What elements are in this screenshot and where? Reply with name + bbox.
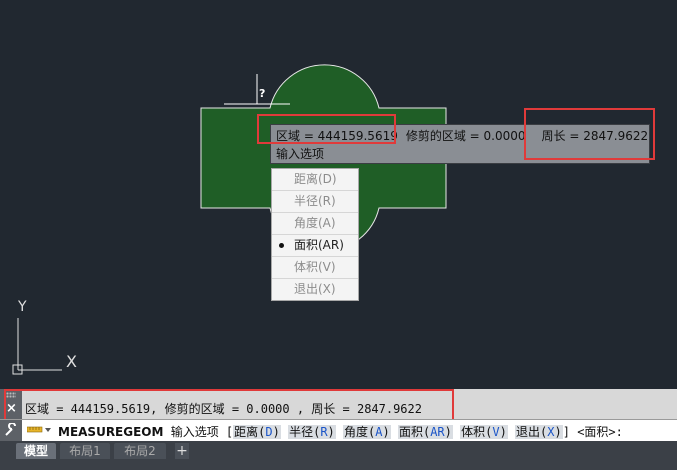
option-name: 距离( bbox=[234, 425, 266, 439]
ucs-y-label: Y bbox=[18, 299, 27, 315]
option-key: X bbox=[547, 425, 555, 439]
highlight-box-perimeter bbox=[524, 108, 655, 160]
tab-model[interactable]: 模型 bbox=[16, 443, 56, 459]
option-close: ) bbox=[554, 425, 562, 439]
drawing-canvas[interactable]: ? Y X 区域 = 444159.5619 修剪的区域 = 0.0000 周长 =… bbox=[0, 0, 677, 388]
selected-bullet-icon bbox=[279, 243, 284, 248]
cmd-option-exit[interactable]: 退出(X) bbox=[515, 425, 563, 439]
option-close: ) bbox=[499, 425, 507, 439]
cmd-option-volume[interactable]: 体积(V) bbox=[460, 425, 508, 439]
highlight-box-history bbox=[4, 389, 454, 421]
cmd-option-area[interactable]: 面积(AR) bbox=[397, 425, 453, 439]
menu-item-volume[interactable]: 体积(V) bbox=[272, 257, 358, 279]
command-history: × 区域 = 444159.5619, 修剪的区域 = 0.0000 , 周长 … bbox=[0, 389, 677, 421]
menu-item-area[interactable]: 面积(AR) bbox=[272, 235, 358, 257]
menu-item-angle[interactable]: 角度(A) bbox=[272, 213, 358, 235]
option-close: ) bbox=[327, 425, 335, 439]
menu-item-label: 半径(R) bbox=[294, 194, 336, 208]
command-suffix: ] <面积>: bbox=[562, 425, 623, 439]
menu-item-label: 距离(D) bbox=[294, 172, 337, 186]
menu-item-exit[interactable]: 退出(X) bbox=[272, 279, 358, 300]
menu-item-label: 体积(V) bbox=[294, 260, 336, 274]
ruler-icon bbox=[27, 426, 43, 433]
ucs-x-label: X bbox=[66, 352, 77, 371]
cmd-option-angle[interactable]: 角度(A) bbox=[343, 425, 391, 439]
menu-item-label: 角度(A) bbox=[294, 216, 336, 230]
highlight-box-area bbox=[257, 114, 396, 144]
menu-item-distance[interactable]: 距离(D) bbox=[272, 169, 358, 191]
tab-layout2[interactable]: 布局2 bbox=[114, 443, 166, 459]
cursor-question-mark: ? bbox=[259, 87, 266, 100]
ucs-icon bbox=[12, 318, 62, 375]
tooltip-trimmed-area: 修剪的区域 = 0.0000 bbox=[405, 129, 526, 143]
menu-item-radius[interactable]: 半径(R) bbox=[272, 191, 358, 213]
option-close: ) bbox=[444, 425, 452, 439]
command-prompt: MEASUREGEOM 输入选项 [距离(D) 半径(R) 角度(A) 面积(A… bbox=[58, 423, 623, 440]
option-name: 角度( bbox=[344, 425, 376, 439]
chevron-down-icon[interactable] bbox=[45, 428, 51, 432]
option-name: 面积( bbox=[398, 425, 431, 439]
menu-item-label: 面积(AR) bbox=[294, 238, 344, 252]
option-key: R bbox=[320, 425, 328, 439]
option-name: 退出( bbox=[516, 425, 548, 439]
tooltip-prompt: 输入选项 bbox=[276, 147, 325, 161]
add-layout-button[interactable]: + bbox=[175, 443, 189, 459]
customize-button[interactable] bbox=[0, 420, 22, 442]
command-prompt-text: 输入选项 [ bbox=[170, 425, 234, 439]
option-key: AR bbox=[430, 425, 445, 439]
option-name: 半径( bbox=[289, 425, 321, 439]
menu-item-label: 退出(X) bbox=[294, 282, 336, 296]
wrench-icon bbox=[5, 423, 16, 436]
tab-layout1[interactable]: 布局1 bbox=[60, 443, 110, 459]
option-name: 体积( bbox=[461, 425, 493, 439]
command-name: MEASUREGEOM bbox=[58, 425, 164, 439]
option-close: ) bbox=[272, 425, 280, 439]
command-line[interactable]: MEASUREGEOM 输入选项 [距离(D) 半径(R) 角度(A) 面积(A… bbox=[0, 419, 677, 442]
option-close: ) bbox=[382, 425, 390, 439]
options-menu: 距离(D) 半径(R) 角度(A) 面积(AR) 体积(V) 退出(X) bbox=[271, 168, 359, 301]
option-key: V bbox=[492, 425, 500, 439]
cmd-option-radius[interactable]: 半径(R) bbox=[288, 425, 336, 439]
cmd-option-distance[interactable]: 距离(D) bbox=[233, 425, 281, 439]
layout-tabs: 模型 布局1 布局2 + bbox=[0, 441, 677, 470]
option-key: D bbox=[265, 425, 273, 439]
